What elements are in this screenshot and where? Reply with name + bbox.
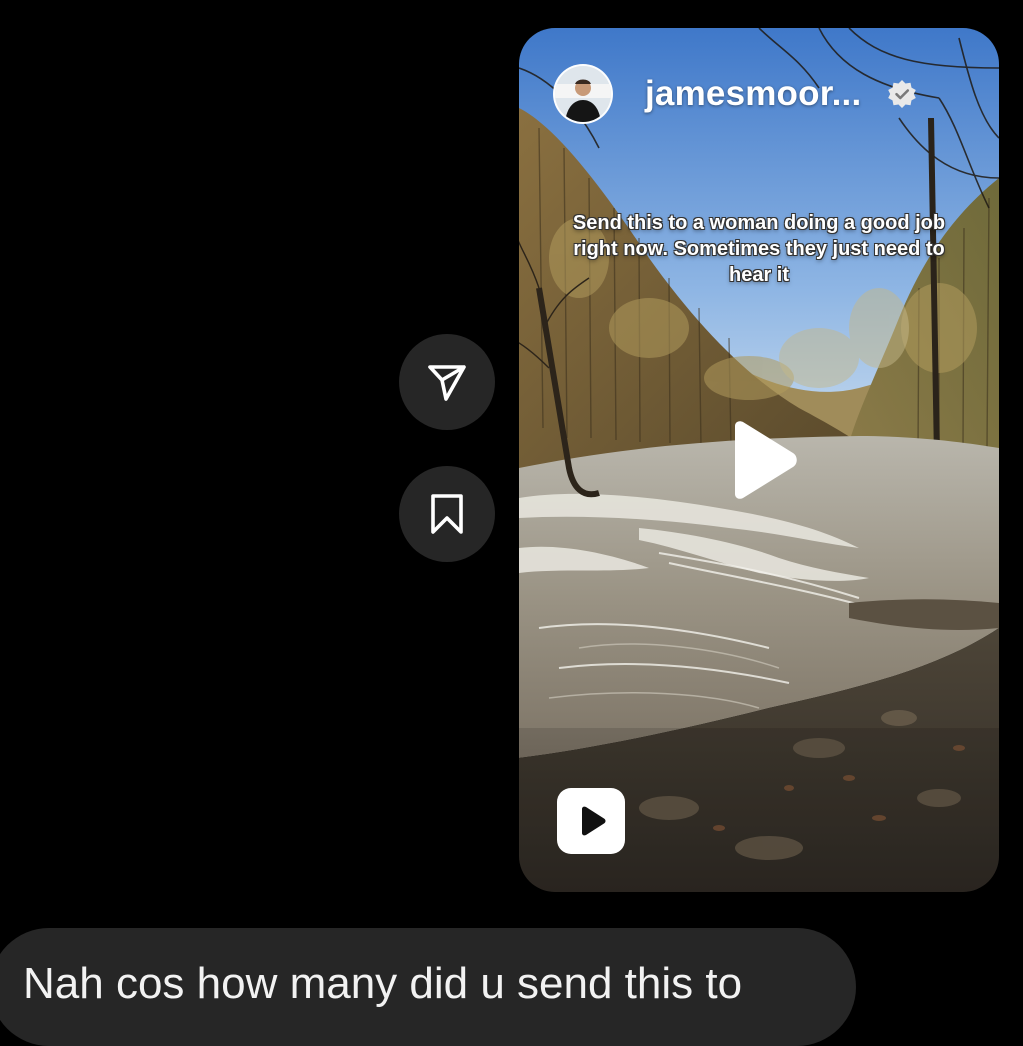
reel-header: jamesmoor...	[553, 64, 917, 124]
dm-thread: jamesmoor... Send this to a woman doing …	[0, 0, 1023, 1046]
reel-username[interactable]: jamesmoor...	[645, 74, 861, 114]
play-icon[interactable]	[725, 420, 799, 500]
send-icon	[428, 365, 466, 401]
message-bubble[interactable]: Nah cos how many did u send this to	[0, 928, 856, 1046]
share-button[interactable]	[399, 334, 495, 430]
avatar[interactable]	[553, 64, 613, 124]
shared-reel-card[interactable]: jamesmoor... Send this to a woman doing …	[519, 28, 999, 892]
bookmark-icon	[431, 494, 463, 534]
message-text: Nah cos how many did u send this to	[23, 959, 743, 1008]
reel-icon	[557, 788, 625, 854]
reel-caption: Send this to a woman doing a good job ri…	[572, 212, 946, 286]
save-button[interactable]	[399, 466, 495, 562]
verified-badge-icon	[888, 80, 917, 108]
